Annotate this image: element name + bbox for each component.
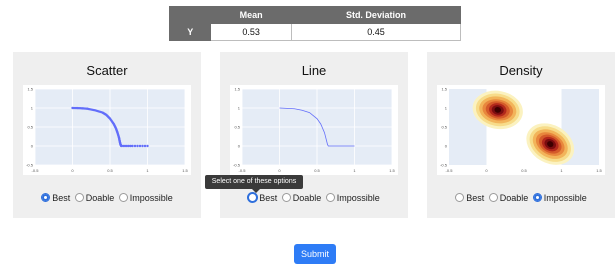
stats-table: Mean Std. Deviation Y 0.53 0.45	[168, 6, 462, 41]
scatter-plot: -0.5 0 0.5 1 1.5 -0.5 0 0.5 1 1.5	[23, 85, 191, 175]
x-tick-label: -0.5	[446, 168, 454, 173]
stats-std-value: 0.45	[290, 23, 462, 41]
option-label: Best	[466, 192, 485, 203]
y-tick-label: 1.5	[234, 87, 240, 92]
stats-mean-value: 0.53	[210, 23, 292, 41]
x-tick-label: 1	[353, 168, 356, 173]
scatter-point	[146, 144, 149, 148]
tooltip: Select one of these options	[205, 175, 303, 193]
y-tick-label: 1	[238, 106, 241, 111]
density-option-best[interactable]: Best	[455, 192, 485, 203]
x-tick-label: 1.5	[389, 168, 395, 173]
stats-header-mean: Mean	[210, 6, 292, 24]
radio-button[interactable]	[248, 192, 258, 202]
x-tick-label: 0	[485, 168, 488, 173]
stats-row-label: Y	[168, 23, 212, 41]
x-tick-label: 0	[278, 168, 281, 173]
y-tick-label: -0.5	[26, 163, 34, 168]
scatter-option-best[interactable]: Best	[41, 192, 71, 203]
scatter-point	[143, 144, 147, 148]
scatter-point	[138, 144, 142, 148]
radio-button[interactable]	[41, 192, 51, 202]
x-tick-label: -0.5	[239, 168, 247, 173]
y-tick-label: 1.5	[441, 87, 447, 92]
submit-button[interactable]: Submit	[294, 244, 336, 264]
y-tick-label: 0	[445, 144, 448, 149]
x-tick-label: 1.5	[182, 168, 188, 173]
radio-button[interactable]	[455, 192, 465, 202]
line-option-doable[interactable]: Doable	[281, 192, 322, 203]
y-tick-label: 1	[445, 106, 448, 111]
option-label: Doable	[499, 192, 529, 203]
stats-row: Y 0.53 0.45	[168, 23, 462, 41]
line-option-best[interactable]: Best	[248, 192, 278, 203]
scatter-point	[141, 144, 144, 148]
radio-button[interactable]	[74, 192, 84, 202]
x-tick-label: 0.5	[521, 168, 527, 173]
scatter-point	[133, 144, 137, 148]
x-tick-label: -0.5	[32, 168, 40, 173]
x-tick-label: 0.5	[314, 168, 320, 173]
y-tick-label: -0.5	[233, 163, 241, 168]
option-label: Impossible	[336, 192, 380, 203]
y-tick-label: 1.5	[27, 87, 33, 92]
density-option-impossible[interactable]: Impossible	[532, 192, 587, 203]
scatter-options: Best Doable Impossible	[13, 192, 201, 203]
x-tick-label: 1	[560, 168, 563, 173]
y-tick-label: 0	[31, 144, 34, 149]
radio-button[interactable]	[118, 192, 128, 202]
option-label: Best	[259, 192, 278, 203]
scatter-title: Scatter	[86, 63, 128, 78]
density-panel: Density -0.5 0 0.5 1 1.5 -0.5 0 0.5 1 1.5 Best Do…	[427, 52, 615, 218]
line-panel: Line -0.5 0 0.5 1 1.5 -0.5 0 0.5 1 1.5 Best Doabl…	[220, 52, 408, 218]
density-options: Best Doable Impossible	[427, 192, 615, 203]
stats-header-std: Std. Deviation	[290, 6, 462, 24]
scatter-panel: Scatter -0.5 0 0.5 1 1.5 -0.5 0 0.5 1 1.5 Best Do…	[13, 52, 201, 218]
density-plot: -0.5 0 0.5 1 1.5 -0.5 0 0.5 1 1.5	[437, 85, 605, 175]
density-option-doable[interactable]: Doable	[488, 192, 529, 203]
scatter-option-impossible[interactable]: Impossible	[118, 192, 173, 203]
x-tick-label: 1.5	[596, 168, 602, 173]
y-tick-label: 1	[31, 106, 34, 111]
option-label: Best	[52, 192, 71, 203]
scatter-point	[136, 144, 139, 148]
line-title: Line	[301, 63, 327, 78]
x-tick-label: 0.5	[107, 168, 113, 173]
scatter-option-doable[interactable]: Doable	[74, 192, 115, 203]
radio-button[interactable]	[281, 192, 291, 202]
x-tick-label: 1	[146, 168, 149, 173]
option-label: Impossible	[129, 192, 173, 203]
y-tick-label: 0.5	[441, 125, 447, 130]
radio-button[interactable]	[532, 192, 542, 202]
option-label: Doable	[292, 192, 322, 203]
scatter-point	[131, 144, 134, 148]
option-label: Doable	[85, 192, 115, 203]
line-options: Best Doable Impossible	[220, 192, 408, 203]
density-title: Density	[499, 63, 543, 78]
y-tick-label: 0.5	[234, 125, 240, 130]
stats-header-blank	[168, 6, 212, 24]
y-tick-label: 0.5	[27, 125, 33, 130]
line-option-impossible[interactable]: Impossible	[325, 192, 380, 203]
line-plot: -0.5 0 0.5 1 1.5 -0.5 0 0.5 1 1.5	[230, 85, 398, 175]
y-tick-label: -0.5	[440, 163, 448, 168]
option-label: Impossible	[543, 192, 587, 203]
x-tick-label: 0	[71, 168, 74, 173]
y-tick-label: 0	[238, 144, 241, 149]
radio-button[interactable]	[488, 192, 498, 202]
radio-button[interactable]	[325, 192, 335, 202]
stats-header-row: Mean Std. Deviation	[168, 6, 462, 24]
